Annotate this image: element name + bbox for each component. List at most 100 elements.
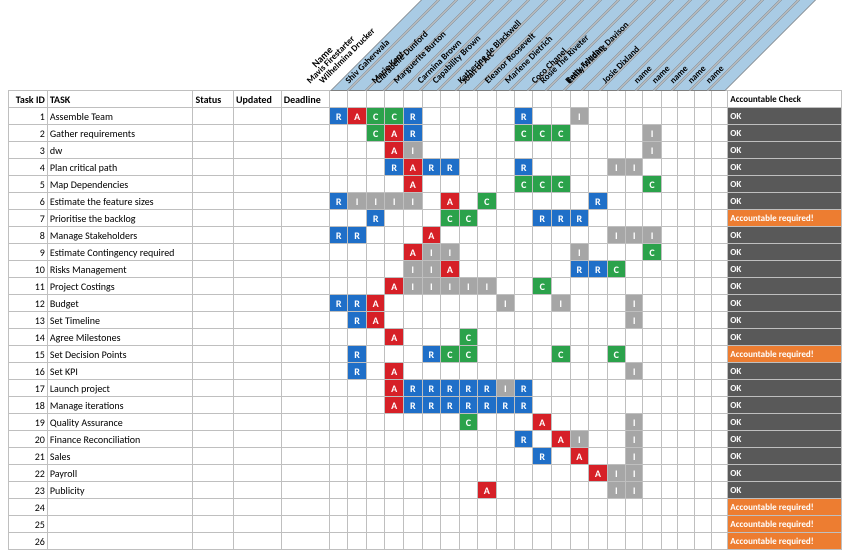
cell-assignment[interactable]: A [385, 278, 404, 295]
cell-assignment[interactable] [570, 176, 589, 193]
cell-task[interactable]: Set Decision Points [47, 346, 193, 363]
cell-assignment[interactable] [661, 397, 678, 414]
cell-updated[interactable] [233, 380, 281, 397]
cell-assignment[interactable] [643, 414, 661, 431]
cell-assignment[interactable]: I [496, 380, 514, 397]
cell-assignment[interactable] [643, 380, 661, 397]
cell-assignment[interactable]: I [551, 295, 570, 312]
cell-assignment[interactable] [695, 431, 712, 448]
cell-assignment[interactable] [570, 193, 589, 210]
cell-assignment[interactable] [515, 346, 533, 363]
cell-assignment[interactable] [607, 533, 625, 550]
cell-assignment[interactable] [607, 329, 625, 346]
cell-deadline[interactable] [281, 533, 329, 550]
cell-assignment[interactable] [478, 210, 497, 227]
cell-assignment[interactable] [678, 448, 695, 465]
cell-assignment[interactable] [515, 414, 533, 431]
cell-assignment[interactable] [348, 142, 367, 159]
cell-assignment[interactable]: A [551, 431, 570, 448]
cell-assignment[interactable]: R [515, 159, 533, 176]
cell-assignment[interactable] [607, 312, 625, 329]
cell-assignment[interactable] [515, 533, 533, 550]
cell-updated[interactable] [233, 533, 281, 550]
cell-assignment[interactable] [533, 397, 552, 414]
cell-assignment[interactable] [441, 482, 460, 499]
cell-assignment[interactable] [496, 312, 514, 329]
cell-assignment[interactable] [711, 159, 728, 176]
cell-status[interactable] [193, 533, 234, 550]
cell-task[interactable]: Set Timeline [47, 312, 193, 329]
cell-assignment[interactable] [711, 414, 728, 431]
cell-assignment[interactable] [441, 125, 460, 142]
cell-assignment[interactable]: R [459, 380, 477, 397]
cell-assignment[interactable] [459, 312, 477, 329]
cell-assignment[interactable] [570, 329, 589, 346]
cell-assignment[interactable] [366, 380, 385, 397]
cell-assignment[interactable] [551, 244, 570, 261]
cell-assignment[interactable] [422, 108, 441, 125]
cell-assignment[interactable] [695, 176, 712, 193]
cell-assignment[interactable] [366, 142, 385, 159]
cell-assignment[interactable] [515, 295, 533, 312]
cell-assignment[interactable] [570, 363, 589, 380]
cell-assignment[interactable] [695, 363, 712, 380]
cell-assignment[interactable] [643, 431, 661, 448]
cell-assignment[interactable] [478, 329, 497, 346]
cell-task[interactable]: Map Dependencies [47, 176, 193, 193]
cell-assignment[interactable] [478, 159, 497, 176]
cell-assignment[interactable] [515, 312, 533, 329]
cell-assignment[interactable] [661, 499, 678, 516]
cell-assignment[interactable] [533, 363, 552, 380]
cell-assignment[interactable] [496, 499, 514, 516]
cell-assignment[interactable] [329, 397, 347, 414]
cell-status[interactable] [193, 142, 234, 159]
cell-assignment[interactable]: I [607, 159, 625, 176]
cell-assignment[interactable] [515, 329, 533, 346]
cell-assignment[interactable] [478, 125, 497, 142]
cell-assignment[interactable] [607, 397, 625, 414]
cell-assignment[interactable] [422, 465, 441, 482]
cell-assignment[interactable] [643, 499, 661, 516]
cell-assignment[interactable] [329, 363, 347, 380]
cell-assignment[interactable] [441, 312, 460, 329]
cell-assignment[interactable] [661, 516, 678, 533]
cell-assignment[interactable] [441, 295, 460, 312]
cell-assignment[interactable] [533, 295, 552, 312]
cell-assignment[interactable] [496, 533, 514, 550]
cell-assignment[interactable] [607, 125, 625, 142]
cell-assignment[interactable] [329, 516, 347, 533]
cell-assignment[interactable] [678, 533, 695, 550]
cell-assignment[interactable]: R [422, 159, 441, 176]
cell-assignment[interactable] [496, 448, 514, 465]
cell-assignment[interactable]: I [348, 193, 367, 210]
cell-assignment[interactable]: A [403, 176, 422, 193]
cell-assignment[interactable] [607, 516, 625, 533]
cell-assignment[interactable] [678, 193, 695, 210]
cell-status[interactable] [193, 261, 234, 278]
cell-assignment[interactable] [643, 295, 661, 312]
cell-deadline[interactable] [281, 465, 329, 482]
cell-task[interactable]: Manage Stakeholders [47, 227, 193, 244]
cell-assignment[interactable]: I [570, 108, 589, 125]
cell-deadline[interactable] [281, 312, 329, 329]
cell-assignment[interactable]: A [385, 125, 404, 142]
cell-assignment[interactable]: I [607, 227, 625, 244]
cell-assignment[interactable] [515, 193, 533, 210]
cell-assignment[interactable] [607, 244, 625, 261]
cell-assignment[interactable] [589, 142, 608, 159]
cell-updated[interactable] [233, 108, 281, 125]
cell-assignment[interactable] [661, 380, 678, 397]
cell-assignment[interactable] [551, 193, 570, 210]
cell-assignment[interactable] [366, 533, 385, 550]
cell-assignment[interactable] [348, 244, 367, 261]
cell-assignment[interactable] [711, 261, 728, 278]
cell-assignment[interactable]: R [366, 210, 385, 227]
cell-assignment[interactable] [625, 533, 642, 550]
cell-assignment[interactable] [661, 227, 678, 244]
cell-assignment[interactable] [570, 295, 589, 312]
cell-assignment[interactable] [678, 210, 695, 227]
cell-deadline[interactable] [281, 176, 329, 193]
cell-assignment[interactable] [625, 499, 642, 516]
cell-assignment[interactable] [711, 431, 728, 448]
cell-assignment[interactable]: I [625, 312, 642, 329]
